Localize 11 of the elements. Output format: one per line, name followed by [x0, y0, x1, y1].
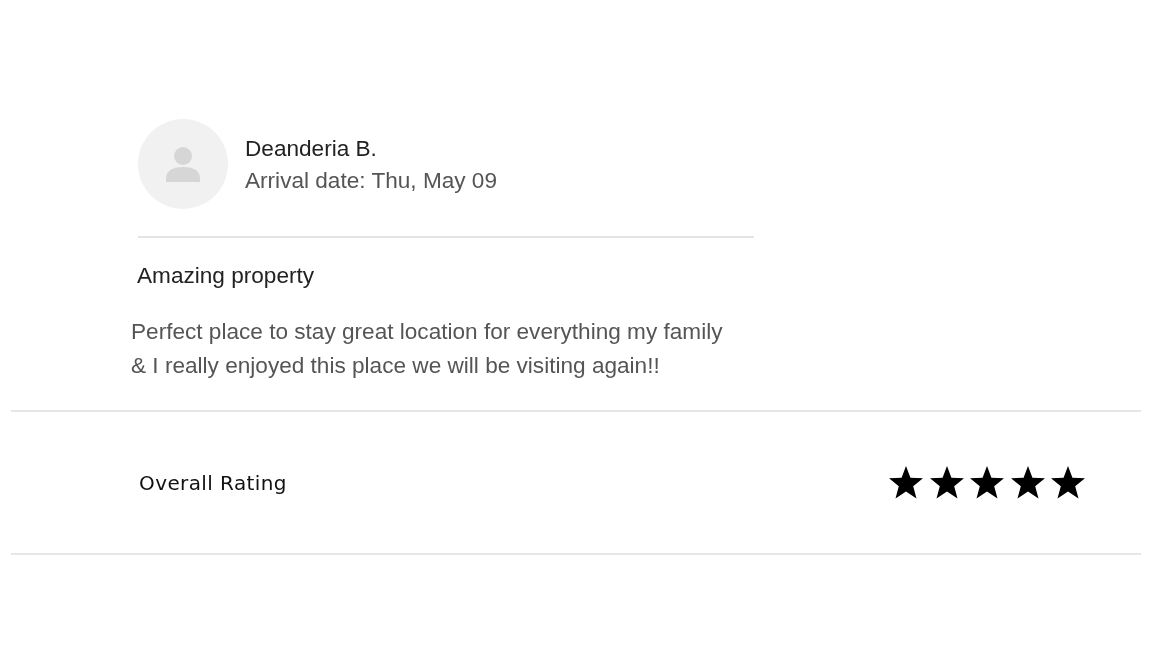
- rating-label: Overall Rating: [139, 470, 287, 495]
- review-title: Amazing property: [137, 262, 315, 290]
- avatar-icon: [138, 119, 228, 209]
- review-text: Perfect place to stay great location for everything my family & I really enjoyed this place we will be visiting again!!: [131, 318, 724, 380]
- reviewer-name: Deanderia B.: [245, 135, 378, 163]
- star-icon: [888, 465, 924, 500]
- star-icon: [1050, 465, 1086, 500]
- arrival-date: Arrival date: Thu, May 09: [245, 167, 497, 195]
- star-icon: [969, 465, 1005, 500]
- star-icon: [1009, 465, 1046, 500]
- star-icon: [928, 465, 965, 500]
